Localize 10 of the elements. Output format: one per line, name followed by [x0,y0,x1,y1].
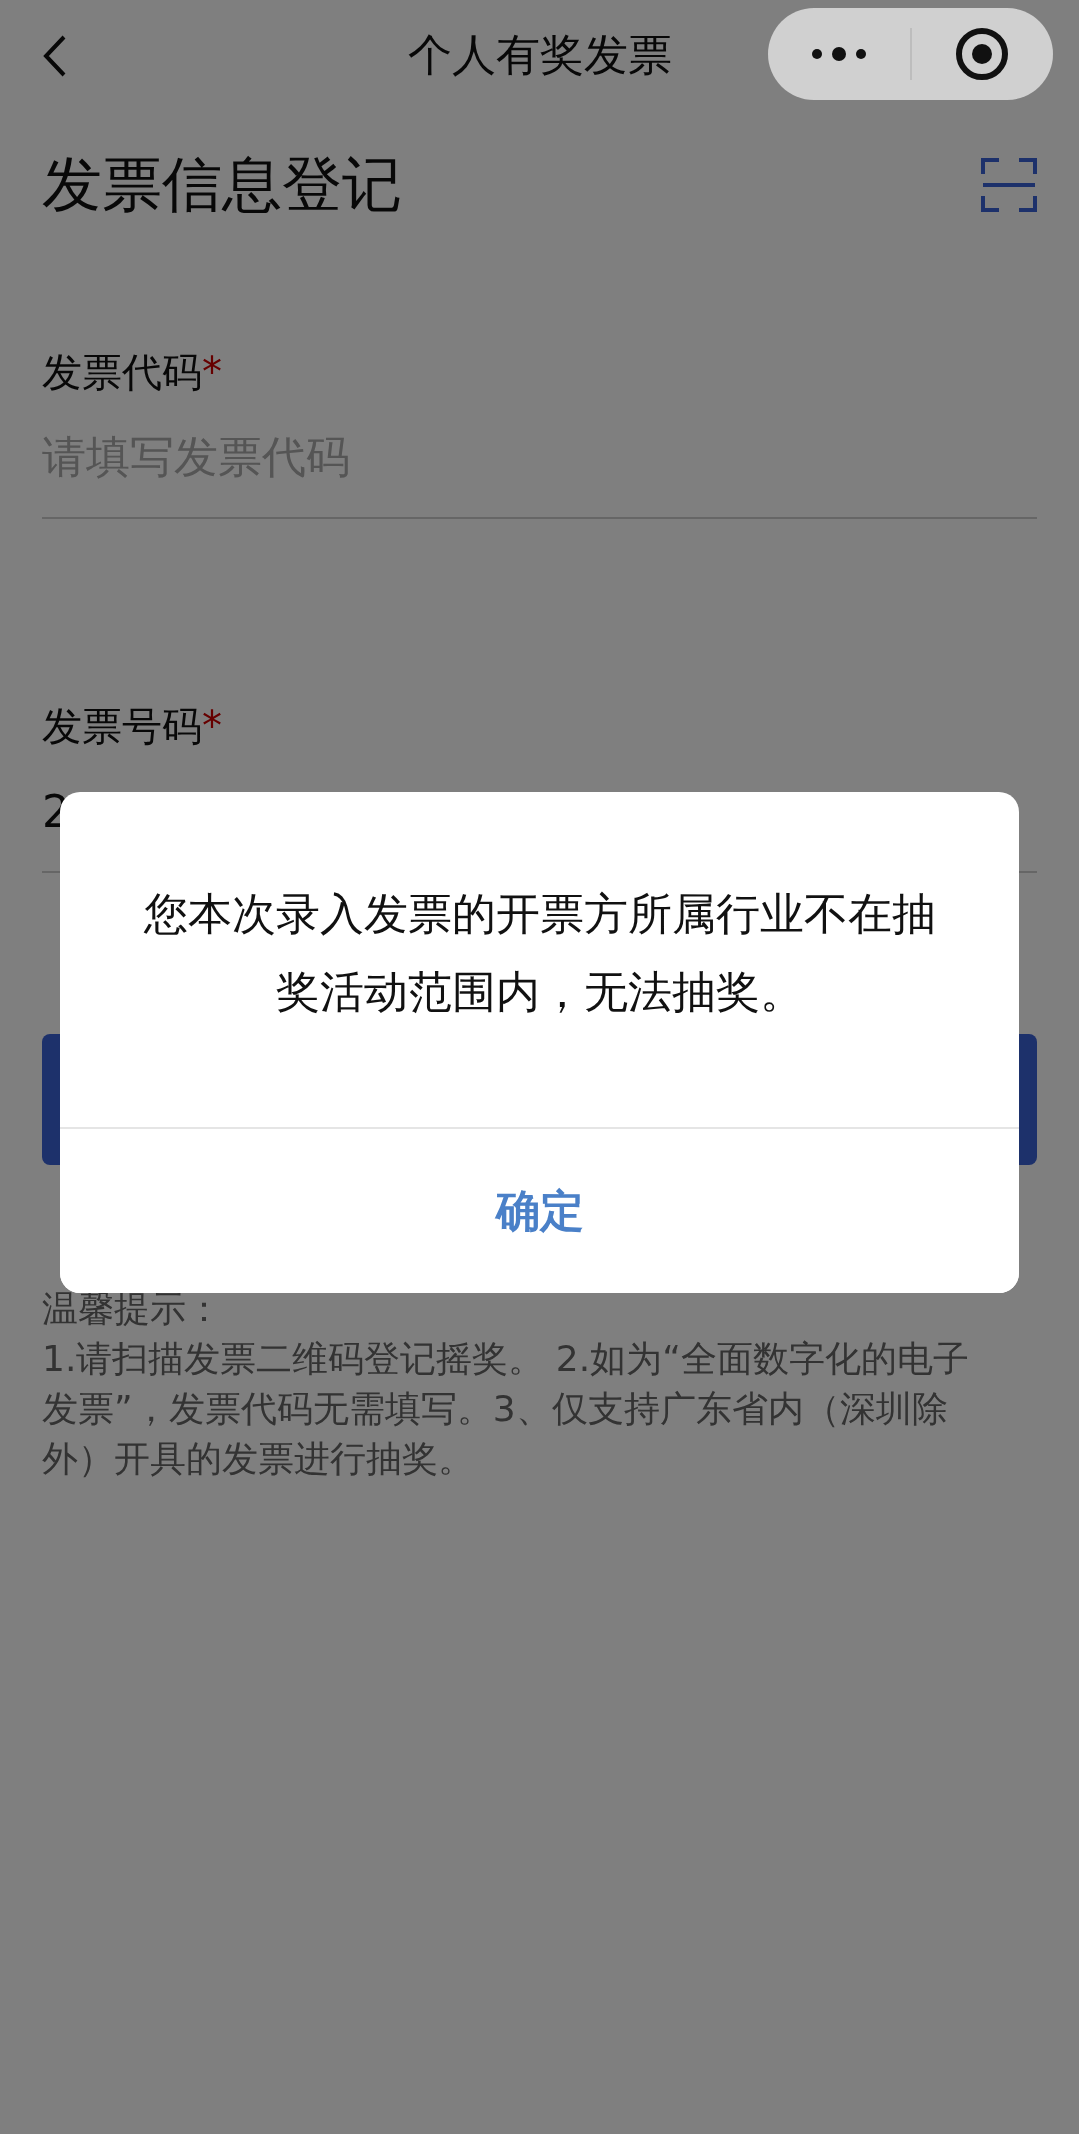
field-label: 发票号码* [42,702,223,751]
section-heading: 发票信息登记 [42,147,402,221]
page-title: 个人有奖发票 [407,28,672,82]
field-label: 发票代码* [42,348,223,397]
scan-icon[interactable] [981,156,1037,214]
tips-text: 1.请扫描发票二维码登记摇奖。 2.如为“全面数字化的电子发票”，发票代码无需填写。3、仅支持广东省内（深圳除外）开具的发票进行抽奖。 [42,1338,969,1479]
close-icon[interactable] [955,27,1010,81]
confirm-button[interactable]: 确定 [60,1127,1019,1293]
dialog-message: 您本次录入发票的开票方所属行业不在抽奖活动范围内，无法抽奖。 [143,888,936,1017]
more-icon[interactable] [810,46,867,62]
